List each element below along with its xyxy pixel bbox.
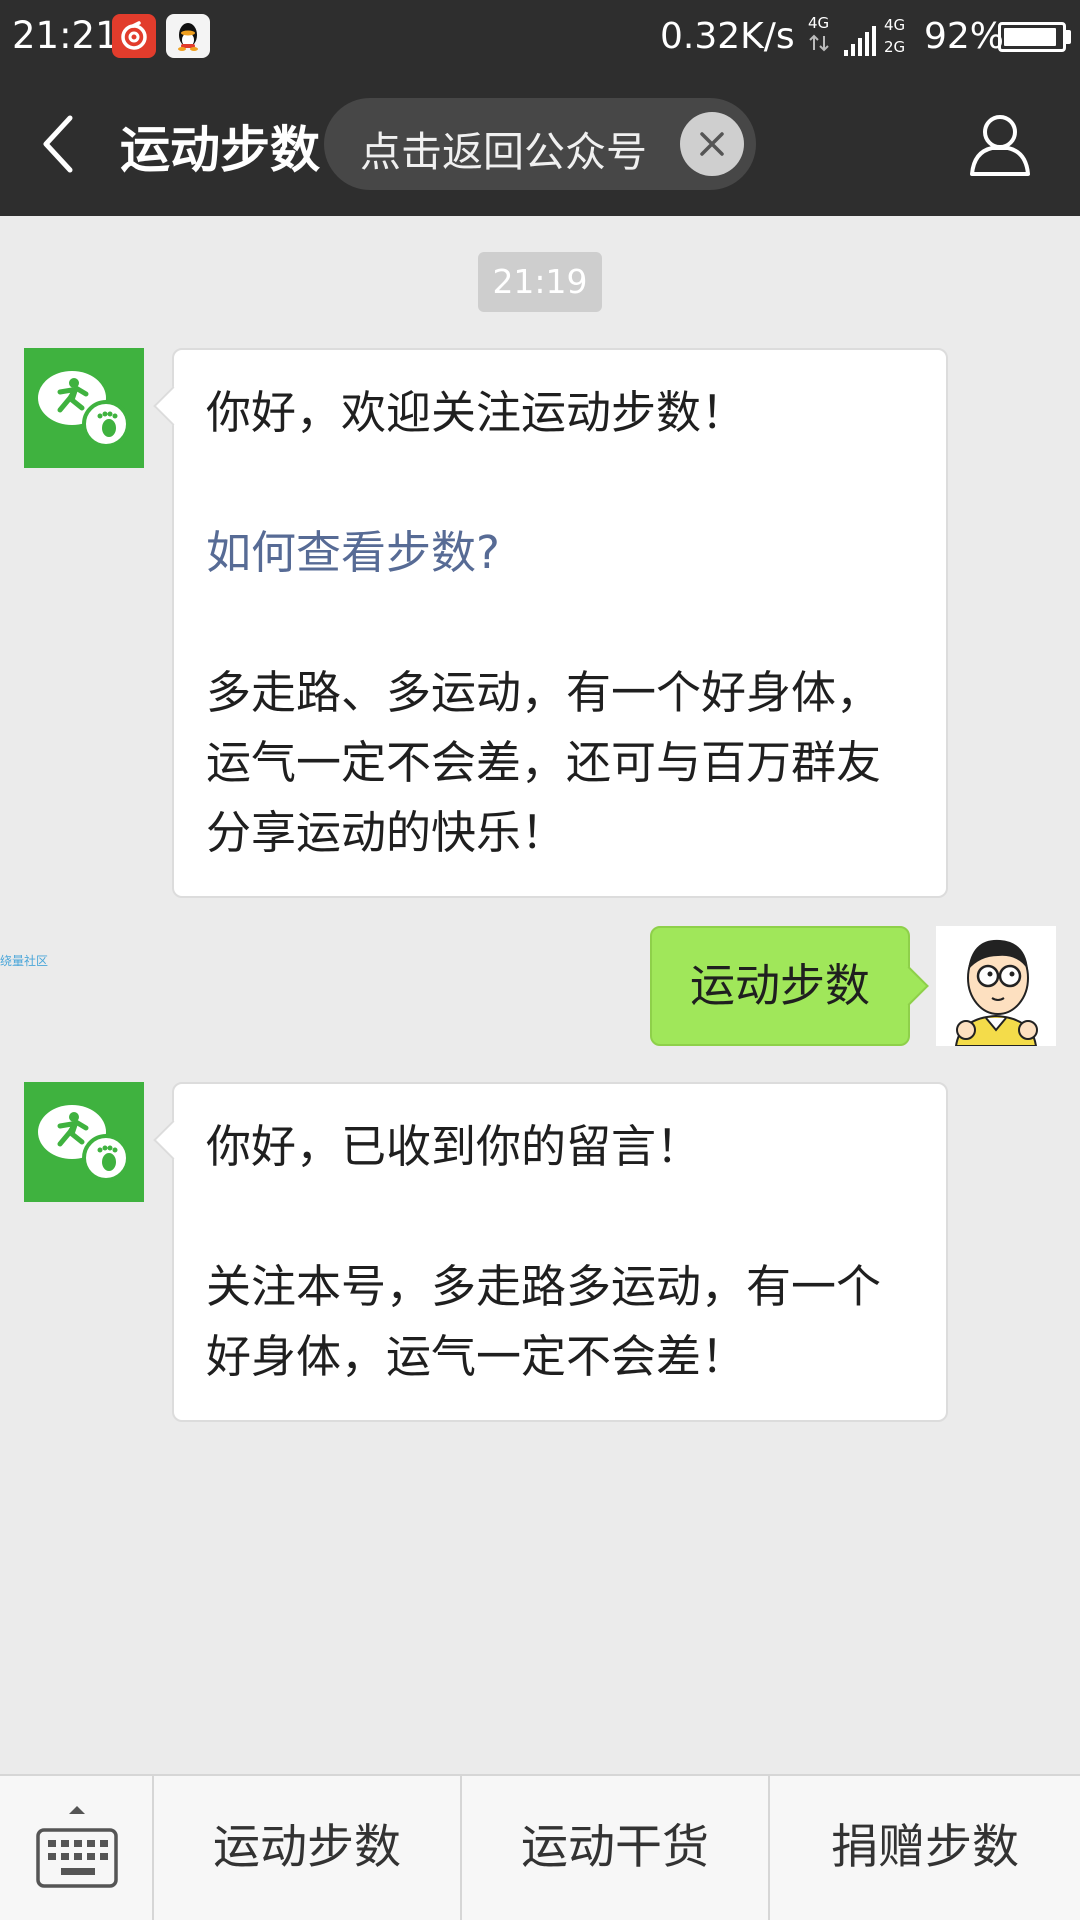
network-speed: 0.32K/s	[660, 16, 795, 57]
official-account-avatar[interactable]	[24, 348, 144, 468]
battery-tip	[1066, 30, 1071, 44]
outgoing-message-bubble[interactable]: 运动步数	[650, 926, 910, 1046]
message-line: 你好，已收到你的留言！	[206, 1120, 702, 1173]
keyboard-icon[interactable]	[0, 1776, 154, 1920]
battery-icon	[998, 22, 1066, 52]
netease-music-icon	[112, 14, 156, 58]
qq-icon	[166, 14, 210, 58]
close-icon[interactable]	[680, 112, 744, 176]
back-arrow-icon[interactable]	[30, 106, 90, 182]
message-line	[206, 1182, 926, 1252]
battery-percent: 92%	[924, 16, 1005, 57]
official-account-avatar[interactable]	[24, 1082, 144, 1202]
menu-item-steps[interactable]: 运动步数	[154, 1776, 462, 1920]
battery-fill	[1004, 28, 1056, 46]
menu-item-donate-steps[interactable]: 捐赠步数	[770, 1776, 1080, 1920]
message-line: 关注本号，多走路多运动，有一个	[206, 1260, 882, 1313]
page-title: 运动步数	[120, 121, 320, 179]
message-timestamp: 21:19	[478, 252, 602, 312]
message-line	[206, 588, 926, 658]
account-menu-bar: 运动步数 运动干货 捐赠步数	[0, 1774, 1080, 1920]
svg-text:2G: 2G	[884, 38, 905, 56]
signal-icon: 4G 4G 2G	[808, 12, 918, 66]
message-line: 多走路、多运动，有一个好身体，	[206, 666, 882, 719]
svg-text:4G: 4G	[884, 16, 905, 34]
status-time: 21:21	[12, 14, 119, 57]
return-to-account-button[interactable]: 点击返回公众号	[324, 98, 756, 190]
message-line	[206, 448, 926, 518]
message-line: 分享运动的快乐！	[206, 806, 567, 859]
message-line: 运气一定不会差，还可与百万群友	[206, 736, 882, 789]
user-avatar[interactable]	[936, 926, 1056, 1046]
incoming-message-bubble[interactable]: 你好，欢迎关注运动步数！ 如何查看步数? 多走路、多运动，有一个好身体， 运气一…	[172, 348, 948, 898]
title-bar: 运动步数 点击返回公众号	[0, 72, 1080, 216]
menu-item-fitness-tips[interactable]: 运动干货	[462, 1776, 770, 1920]
watermark-text: 绕量社区	[0, 954, 49, 968]
person-icon[interactable]	[962, 106, 1038, 182]
svg-text:4G: 4G	[808, 14, 829, 32]
return-pill-label: 点击返回公众号	[360, 128, 647, 176]
how-to-view-steps-link[interactable]: 如何查看步数?	[206, 518, 926, 588]
incoming-message-bubble[interactable]: 你好，已收到你的留言！ 关注本号，多走路多运动，有一个 好身体，运气一定不会差！	[172, 1082, 948, 1422]
status-bar: 21:21 0.32K/s 4G 4G 2G 92%	[0, 0, 1080, 72]
wechat-chat-screen: 21:21 0.32K/s 4G 4G 2G 92% 运动步数 点击返回公众号 …	[0, 0, 1080, 1920]
message-line: 好身体，运气一定不会差！	[206, 1330, 747, 1383]
message-line: 你好，欢迎关注运动步数！	[206, 386, 747, 439]
